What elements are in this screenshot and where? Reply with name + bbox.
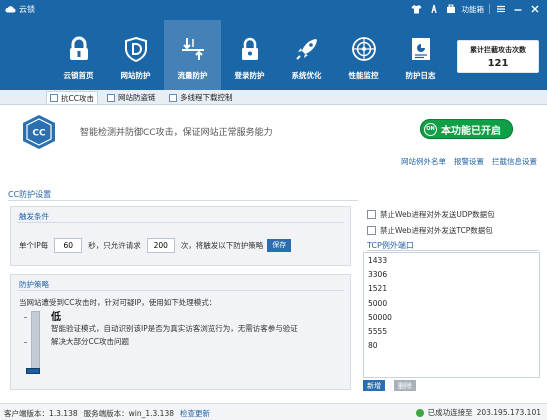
nav-protection-log[interactable]: 防护日志: [392, 20, 449, 90]
panel-divider: [17, 290, 344, 291]
toggle-on-knob: ON: [424, 122, 437, 136]
message-icon[interactable]: [428, 3, 440, 15]
disable-udp-option[interactable]: 禁止Web进程对外发送UDP数据包: [367, 209, 495, 220]
requests-input[interactable]: [146, 237, 175, 253]
add-port-button[interactable]: 新增: [363, 380, 385, 391]
seconds-input[interactable]: [54, 237, 83, 253]
sub-tabs: 抗CC攻击 网站防盗链 多线程下载控制: [0, 90, 547, 105]
attack-counter: 累计拦截攻击次数 121: [457, 40, 539, 73]
list-item[interactable]: 5000: [368, 299, 539, 313]
function-box-icon[interactable]: [445, 3, 457, 15]
client-version: 1.3.138: [49, 409, 78, 418]
status-bar: 客户端版本：1.3.138 服务端版本：win_1.3.138 检查更新 已成功…: [0, 403, 547, 420]
tab-checkbox-icon: [107, 93, 115, 102]
save-button[interactable]: 保存: [267, 238, 292, 252]
cc-shield-icon: CC: [23, 115, 55, 149]
block-info-settings-link[interactable]: 拦截信息设置: [492, 156, 537, 167]
policy-panel: 防护策略 当网站遭受到CC攻击时，针对可疑IP，使用如下处理模式： 低 智能验证…: [10, 274, 351, 390]
check-update-link[interactable]: 检查更新: [180, 408, 210, 419]
tab-anti-cc[interactable]: 抗CC攻击: [46, 91, 98, 104]
svg-text:CC: CC: [32, 129, 46, 139]
shield-d-icon: [124, 36, 147, 62]
protection-level-title: 低: [51, 312, 61, 323]
list-item[interactable]: 50000: [368, 313, 539, 327]
section-divider: [8, 200, 358, 201]
menu-icon[interactable]: [495, 3, 507, 15]
server-ip: 203.195.173.101: [476, 408, 541, 417]
attack-counter-title: 累计拦截攻击次数: [470, 46, 526, 54]
list-item[interactable]: 1521: [368, 284, 539, 298]
skin-icon[interactable]: [411, 3, 423, 15]
titlebar-divider: [489, 4, 490, 14]
policy-title: 防护策略: [19, 280, 49, 289]
minimize-icon[interactable]: [512, 3, 524, 15]
list-item[interactable]: 5555: [368, 327, 539, 341]
main-nav: 云锁首页 网站防护 流量防护 登录防护 系统优化 性能监控 防护日志: [50, 20, 449, 90]
whitelist-link[interactable]: 网站例外名单: [401, 156, 446, 167]
panel-divider: [17, 222, 344, 223]
list-item[interactable]: 80: [368, 341, 539, 355]
radar-icon: [351, 37, 376, 61]
nav-system-optimization[interactable]: 系统优化: [278, 20, 335, 90]
trigger-row: 单个IP每 秒，只允许请求 次，将触发以下防护策略 保存: [19, 237, 292, 253]
log-icon: [411, 38, 430, 60]
nav-login-protection[interactable]: 登录防护: [221, 20, 278, 90]
app-header: 云锁 功能箱 云锁首页 网站防护 流量防护 登录防护 系统优化 性能监控 防护日…: [0, 0, 547, 90]
policy-description: 当网站遭受到CC攻击时，针对可疑IP，使用如下处理模式：: [19, 298, 217, 307]
trigger-panel: 触发条件 单个IP每 秒，只允许请求 次，将触发以下防护策略 保存: [10, 206, 351, 266]
list-item[interactable]: 1433: [368, 256, 539, 270]
disable-tcp-option[interactable]: 禁止Web进程对外发送TCP数据包: [367, 225, 493, 236]
tab-checkbox-icon: [169, 93, 177, 102]
trigger-title: 触发条件: [19, 212, 49, 221]
feature-toggle[interactable]: ON 本功能已开启: [420, 119, 513, 139]
delete-port-button[interactable]: 删除: [394, 380, 416, 391]
cc-section-title: CC防护设置: [8, 190, 52, 199]
toggle-label: 本功能已开启: [441, 125, 501, 137]
server-version: win_1.3.138: [128, 409, 174, 418]
disable-udp-checkbox[interactable]: [367, 210, 376, 219]
list-item[interactable]: 3306: [368, 270, 539, 284]
title-bar: 云锁 功能箱: [0, 0, 547, 18]
slider-tick: [24, 317, 27, 318]
login-lock-icon: [241, 37, 258, 60]
feature-description: 智能检测并防御CC攻击，保证网站正常服务能力: [80, 128, 273, 138]
nav-home[interactable]: 云锁首页: [50, 20, 107, 90]
tab-download-control[interactable]: 多线程下载控制: [166, 91, 236, 104]
lock-icon: [69, 36, 88, 60]
attack-counter-value: 121: [487, 58, 509, 69]
connected-status-icon: [415, 408, 424, 417]
tab-hotlink-protection[interactable]: 网站防盗链: [104, 91, 159, 104]
traffic-icon: [181, 38, 204, 60]
app-title: 云锁: [19, 5, 35, 14]
window-controls: 功能箱: [411, 3, 542, 15]
ports-divider: [367, 250, 539, 251]
close-icon[interactable]: [529, 3, 541, 15]
connection-status: 已成功连接至 203.195.173.101: [415, 407, 541, 418]
settings-links: 网站例外名单 报警设置 拦截信息设置: [401, 156, 537, 167]
slider-tick: [24, 342, 27, 343]
tcp-port-list[interactable]: 1433 3306 1521 5000 50000 5555 80: [363, 252, 540, 378]
function-box-label[interactable]: 功能箱: [462, 4, 485, 15]
alert-settings-link[interactable]: 报警设置: [454, 156, 484, 167]
cloud-logo-icon: [5, 6, 16, 13]
tab-checkbox-icon: [50, 94, 58, 102]
nav-performance-monitor[interactable]: 性能监控: [335, 20, 392, 90]
disable-tcp-checkbox[interactable]: [367, 226, 376, 235]
nav-traffic-protection[interactable]: 流量防护: [164, 20, 221, 90]
version-info: 客户端版本：1.3.138 服务端版本：win_1.3.138 检查更新: [4, 408, 210, 419]
rocket-icon: [295, 39, 317, 60]
protection-level-slider[interactable]: [31, 311, 40, 371]
protection-level-description: 智能验证模式，自动识别该IP是否为真实访客浏览行为，无需访客参与验证 解决大部分…: [51, 324, 298, 346]
nav-website-protection[interactable]: 网站防护: [107, 20, 164, 90]
slider-thumb[interactable]: [26, 368, 40, 374]
